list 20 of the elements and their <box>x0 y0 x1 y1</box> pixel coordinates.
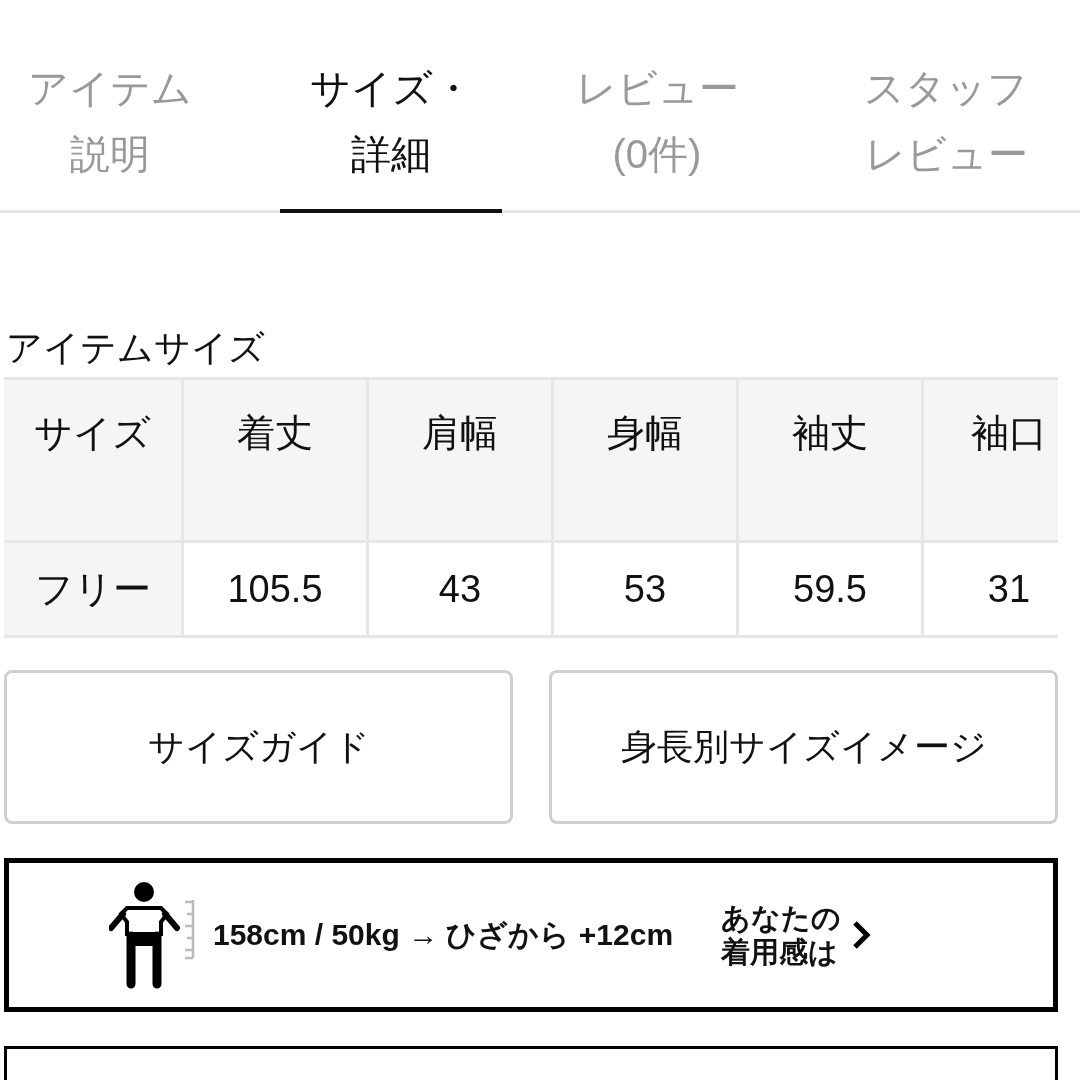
fit-text: 158cm / 50kg → ひざから +12cm <box>213 916 674 953</box>
header-cell: 着丈 <box>184 380 369 540</box>
fit-banner[interactable]: 158cm / 50kg → ひざから +12cm あなたの 着用感は <box>4 858 1058 1012</box>
header-cell: 袖丈 <box>739 380 924 540</box>
fit-link[interactable]: あなたの 着用感は <box>721 901 842 969</box>
table-cell: 105.5 <box>184 543 369 635</box>
header-cell: 肩幅 <box>369 380 554 540</box>
header-cell: サイズ <box>4 380 184 540</box>
header-cell-text: 袖口 <box>970 411 1048 456</box>
table-cell-text: 31 <box>986 566 1032 612</box>
header-cell: 身幅 <box>554 380 739 540</box>
table-cell: 53 <box>554 543 739 635</box>
table-cell: フリー <box>4 543 184 635</box>
size-button[interactable]: サイズガイド <box>4 670 513 824</box>
table-cell: 43 <box>369 543 554 635</box>
size-button[interactable]: 身長別サイズイメージ <box>549 670 1058 824</box>
chevron-right-icon <box>851 920 872 950</box>
tab[interactable]: サイズ・ 詳細 <box>280 55 502 213</box>
section-title: アイテムサイズ <box>6 326 266 370</box>
table-cell: 59.5 <box>739 543 924 635</box>
